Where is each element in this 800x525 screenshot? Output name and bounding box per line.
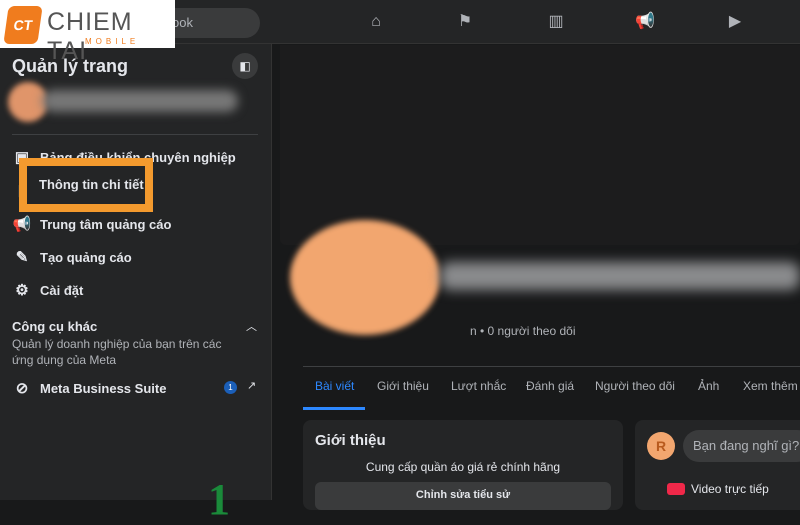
notification-badge: 1 bbox=[224, 381, 237, 394]
composer-card: R Bạn đang nghĩ gì? Video trực tiếp bbox=[635, 420, 800, 510]
chart-icon[interactable]: ▥ bbox=[546, 12, 566, 32]
sidebar: Quản lý trang ◧ ▣Bảng điều khiển chuyên … bbox=[0, 44, 272, 524]
sidebar-item-label: Meta Business Suite bbox=[40, 380, 167, 396]
tab-posts[interactable]: Bài viết bbox=[315, 379, 354, 393]
sidebar-item-label: Cài đặt bbox=[40, 282, 84, 298]
meta-icon: ⊘ bbox=[15, 380, 29, 397]
tab-reviews[interactable]: Đánh giá bbox=[526, 379, 574, 393]
live-video-button[interactable]: Video trực tiếp bbox=[667, 482, 769, 496]
live-video-icon bbox=[667, 483, 685, 495]
profile-tabs: Bài viết Giới thiệu Lượt nhắc Đánh giá N… bbox=[303, 366, 800, 410]
page-name-blurred[interactable] bbox=[42, 90, 238, 112]
logo-sub: MOBILE bbox=[85, 37, 140, 46]
active-tab-indicator bbox=[303, 407, 365, 410]
tab-about[interactable]: Giới thiệu bbox=[377, 379, 429, 393]
edit-bio-button[interactable]: Chỉnh sửa tiểu sử bbox=[315, 482, 611, 510]
tools-description: Quản lý doanh nghiệp của bạn trên các ứn… bbox=[12, 337, 222, 367]
flag-icon[interactable]: ⚑ bbox=[455, 12, 475, 32]
megaphone-icon[interactable]: 📢 bbox=[635, 12, 655, 32]
page-name-blurred bbox=[440, 262, 800, 290]
post-input[interactable]: Bạn đang nghĩ gì? bbox=[683, 430, 800, 462]
sidebar-item-ad-center[interactable]: 📢 Trung tâm quảng cáo bbox=[12, 212, 172, 236]
watermark-logo: CT CHIEM TAI MOBILE bbox=[0, 0, 175, 65]
tab-mentions[interactable]: Lượt nhắc bbox=[451, 379, 506, 393]
profile-picture[interactable] bbox=[290, 220, 440, 335]
video-icon[interactable]: ▶ bbox=[725, 12, 745, 32]
intro-card: Giới thiệu Cung cấp quần áo giá rẻ chính… bbox=[303, 420, 623, 510]
sidebar-item-meta-business-suite[interactable]: ⊘ Meta Business Suite bbox=[12, 376, 167, 400]
megaphone-icon: 📢 bbox=[12, 216, 32, 233]
logo-badge: CT bbox=[3, 6, 43, 44]
gear-icon: ⚙ bbox=[15, 282, 29, 299]
sidebar-item-label: Tạo quảng cáo bbox=[40, 249, 132, 265]
intro-description: Cung cấp quần áo giá rẻ chính hãng bbox=[365, 460, 561, 474]
sidebar-item-create-ad[interactable]: ✎ Tạo quảng cáo bbox=[12, 245, 132, 269]
sidebar-item-settings[interactable]: ⚙ Cài đặt bbox=[12, 278, 83, 302]
home-icon[interactable]: ⌂ bbox=[366, 12, 386, 32]
edit-icon: ✎ bbox=[15, 249, 29, 266]
divider bbox=[12, 134, 258, 135]
live-video-label: Video trực tiếp bbox=[691, 482, 769, 496]
chevron-up-icon[interactable]: ︿ bbox=[246, 318, 257, 334]
tab-more[interactable]: Xem thêm bbox=[743, 379, 798, 393]
tab-photos[interactable]: Ảnh bbox=[698, 379, 719, 393]
avatar[interactable]: R bbox=[647, 432, 675, 460]
annotation-highlight-box: Thông tin chi tiết bbox=[19, 158, 153, 212]
external-link-icon[interactable]: ↗ bbox=[247, 379, 256, 392]
sidebar-item-label: Trung tâm quảng cáo bbox=[40, 216, 172, 232]
sidebar-toggle-icon[interactable]: ◧ bbox=[232, 53, 258, 79]
tools-heading: Công cụ khác bbox=[12, 319, 98, 334]
intro-heading: Giới thiệu bbox=[315, 432, 386, 449]
highlighted-label: Thông tin chi tiết bbox=[39, 177, 144, 192]
cover-photo[interactable] bbox=[280, 45, 800, 245]
followers-count[interactable]: n • 0 người theo dõi bbox=[470, 324, 576, 338]
tab-followers[interactable]: Người theo dõi bbox=[595, 379, 675, 393]
